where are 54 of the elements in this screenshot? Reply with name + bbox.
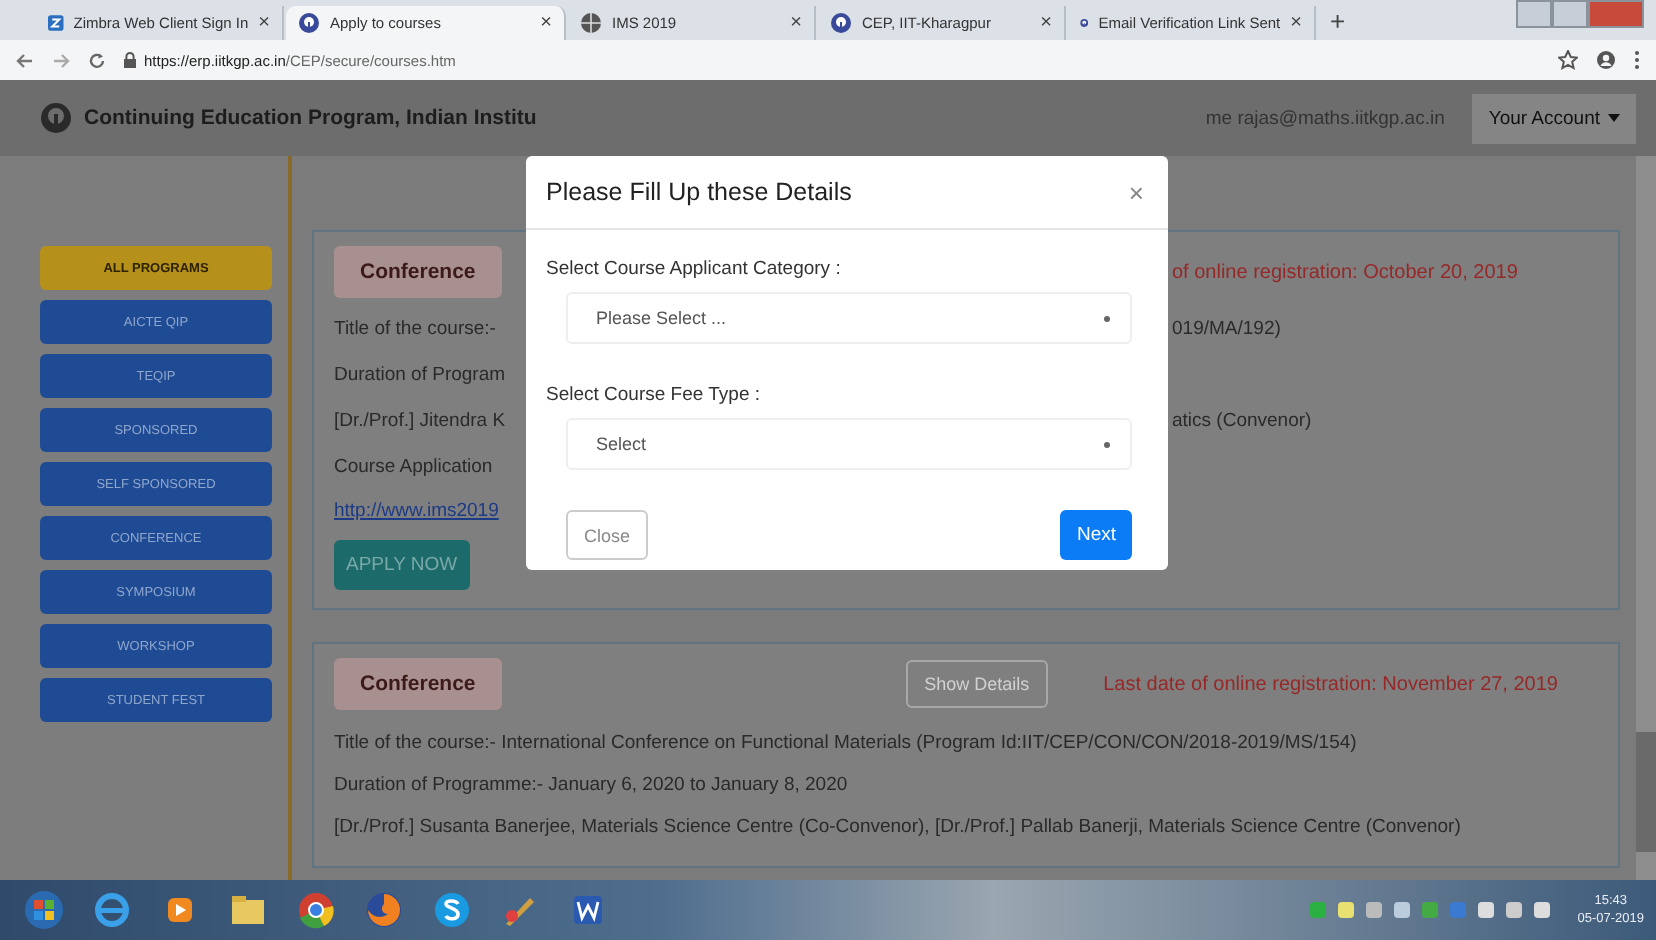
close-button[interactable]: Close: [566, 510, 649, 560]
course-detail: [Dr./Prof.] Jitendra K: [334, 408, 508, 436]
dropdown-field[interactable]: Select: [566, 418, 1132, 470]
show-details-button[interactable]: Show Details: [906, 660, 1048, 708]
skype-icon[interactable]: [432, 890, 472, 930]
caret-icon: [1608, 114, 1620, 122]
window-controls[interactable]: [1516, 0, 1644, 28]
course-link[interactable]: http://www.ims2019: [334, 490, 522, 534]
site-title: Continuing Education Program, Indian Institu: [84, 106, 537, 130]
firefox-icon[interactable]: [364, 890, 404, 930]
new-tab-button[interactable]: +: [1330, 5, 1346, 35]
close-icon[interactable]: ×: [1290, 12, 1302, 34]
zimbra-icon: [48, 12, 64, 34]
emblem-icon: [830, 12, 852, 34]
star-icon: [1558, 50, 1578, 70]
profile-icon: [1596, 50, 1616, 70]
next-button[interactable]: Next: [1060, 510, 1132, 560]
forward-icon: [52, 51, 70, 69]
category-tag: Conference: [334, 246, 502, 298]
close-icon[interactable]: ×: [540, 12, 552, 34]
start-button[interactable]: [24, 890, 64, 930]
scrollbar[interactable]: [1636, 156, 1656, 880]
dropdown-field[interactable]: Please Select ...: [566, 292, 1132, 344]
emblem-icon: [40, 102, 72, 134]
browser-e-icon[interactable]: [92, 890, 132, 930]
course-detail: Title of the course:- International Conference on Functional Materials (Program Id:IIT/CEP/CON/CON/2018-2019/MS/154): [334, 730, 1359, 758]
globe-icon: [580, 12, 602, 34]
course-detail: Course Application: [334, 454, 495, 482]
category-tag: Conference: [334, 658, 502, 710]
welcome-text: me rajas@maths.iitkgp.ac.in: [1205, 107, 1445, 129]
account-button[interactable]: Your Account: [1472, 93, 1636, 143]
menu-icon: [1634, 50, 1640, 70]
reload-icon: [88, 51, 106, 69]
folder-icon[interactable]: [228, 890, 268, 930]
close-icon[interactable]: ×: [1128, 177, 1144, 207]
registration-deadline: Last date of online registration: November 27, 2019: [1101, 673, 1558, 695]
lock-icon: [124, 52, 136, 68]
course-detail: Duration of Program: [334, 362, 508, 390]
emblem-icon: [298, 12, 320, 34]
course-detail: Duration of Programme:- January 6, 2020 to January 8, 2020: [334, 772, 850, 800]
course-detail: Title of the course:-: [334, 316, 498, 344]
course-detail: 019/MA/192): [1170, 316, 1283, 344]
dialog-title: Please Fill Up these Details: [546, 178, 852, 206]
close-icon[interactable]: ×: [790, 12, 802, 34]
course-detail: atics (Convenor): [1170, 408, 1314, 436]
back-icon: [16, 51, 34, 69]
close-icon[interactable]: ×: [1040, 12, 1052, 34]
close-icon[interactable]: ×: [258, 12, 270, 34]
registration-deadline: of online registration: October 20, 2019: [1170, 261, 1520, 283]
chrome-icon[interactable]: [296, 890, 336, 930]
field-label: Select Course Fee Type :: [546, 384, 763, 406]
field-label: Select Course Applicant Category :: [546, 258, 843, 280]
course-detail: [Dr./Prof.] Susanta Banerjee, Materials Science Centre (Co-Convenor), [Dr./Prof.] Pallab Banerji, Materials Science Centre (Convenor): [334, 814, 1463, 842]
word-icon[interactable]: [568, 890, 608, 930]
